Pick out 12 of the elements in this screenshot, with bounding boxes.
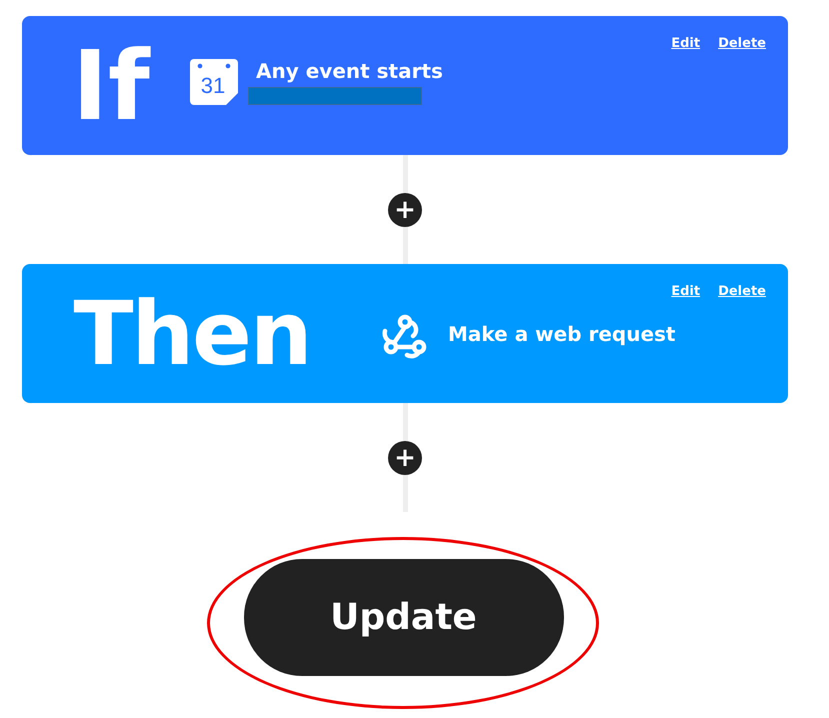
card-link[interactable]: Delete	[718, 284, 766, 299]
card-link[interactable]: Edit	[671, 284, 700, 299]
step-title: Make a web request	[448, 322, 676, 346]
update-button[interactable]: Update	[244, 559, 564, 676]
step-keyword: Then	[72, 290, 312, 378]
add-step-button[interactable]: +	[388, 440, 422, 474]
step-title: Any event starts	[256, 58, 443, 82]
card-link[interactable]: Delete	[718, 36, 766, 51]
card-link[interactable]: Edit	[671, 36, 700, 51]
calendar-icon: 31	[190, 58, 238, 104]
add-step-button[interactable]: +	[388, 192, 422, 226]
step-keyword: If	[71, 38, 152, 134]
